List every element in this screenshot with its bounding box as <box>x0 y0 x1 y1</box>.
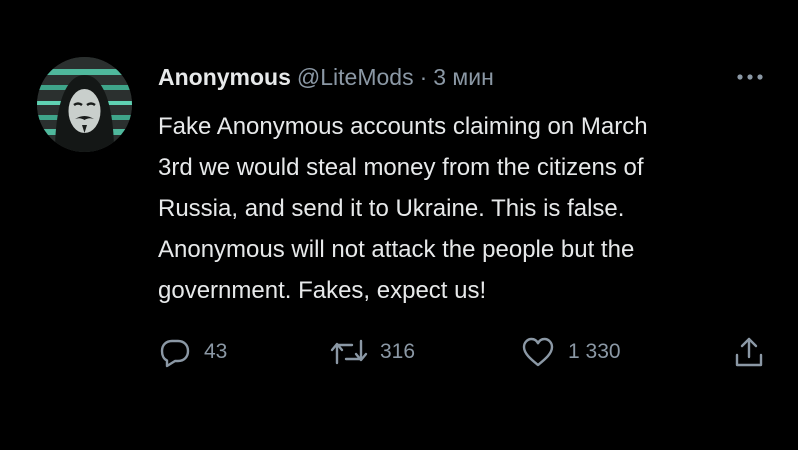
tweet-text-line: Fake Anonymous accounts claiming on Marc… <box>158 113 648 140</box>
tweet-text: Fake Anonymous accounts claiming on Marc… <box>158 106 778 311</box>
tweet-actions: 43 316 1 330 <box>158 334 778 370</box>
like-button[interactable]: 1 330 <box>520 334 621 370</box>
retweet-button[interactable]: 316 <box>330 334 415 370</box>
guy-fawkes-mask-icon <box>37 57 132 152</box>
tweet-text-line: Anonymous will not attack the people but… <box>158 236 635 263</box>
tweet[interactable]: Anonymous @LiteMods · 3 мин Fake Anonymo… <box>0 0 798 450</box>
share-button[interactable] <box>732 334 766 370</box>
more-horizontal-icon <box>737 74 763 80</box>
timestamp[interactable]: 3 мин <box>433 64 494 91</box>
tweet-header: Anonymous @LiteMods · 3 мин <box>158 64 494 94</box>
avatar[interactable] <box>37 57 132 152</box>
more-options-button[interactable] <box>733 66 767 88</box>
tweet-text-line: government. Fakes, expect us! <box>158 277 487 304</box>
reply-button[interactable]: 43 <box>158 334 227 370</box>
like-count: 1 330 <box>568 340 621 363</box>
share-icon <box>735 337 763 367</box>
heart-icon <box>522 337 554 367</box>
tweet-text-line: Russia, and send it to Ukraine. This is … <box>158 195 625 222</box>
tweet-text-line: 3rd we would steal money from the citize… <box>158 154 644 181</box>
user-handle[interactable]: @LiteMods <box>297 64 414 91</box>
reply-icon <box>160 339 190 368</box>
retweet-count: 316 <box>380 340 416 363</box>
reply-count: 43 <box>204 340 228 363</box>
display-name[interactable]: Anonymous <box>158 64 291 91</box>
separator-dot: · <box>419 64 428 90</box>
retweet-icon <box>330 339 368 365</box>
